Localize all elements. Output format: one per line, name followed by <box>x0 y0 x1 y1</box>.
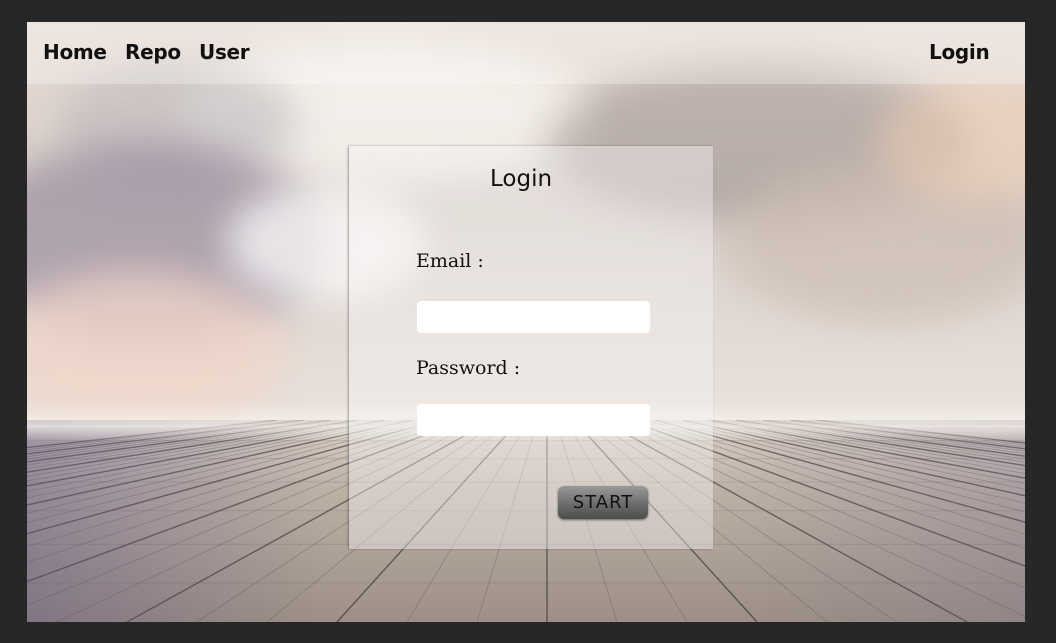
page-frame: Home Repo User Login Login Email : Passw… <box>27 22 1025 622</box>
top-navbar: Home Repo User Login <box>27 22 1025 84</box>
nav-link-login[interactable]: Login <box>929 40 990 64</box>
login-title: Login <box>490 166 553 192</box>
password-label: Password : <box>416 357 521 379</box>
nav-link-user[interactable]: User <box>199 40 250 64</box>
password-input[interactable] <box>417 404 650 436</box>
nav-link-home[interactable]: Home <box>43 40 107 64</box>
start-button[interactable]: START <box>558 486 648 519</box>
email-input[interactable] <box>417 301 650 333</box>
login-panel: Login Email : Password : START <box>349 146 713 549</box>
nav-link-repo[interactable]: Repo <box>125 40 181 64</box>
email-label: Email : <box>416 250 484 272</box>
